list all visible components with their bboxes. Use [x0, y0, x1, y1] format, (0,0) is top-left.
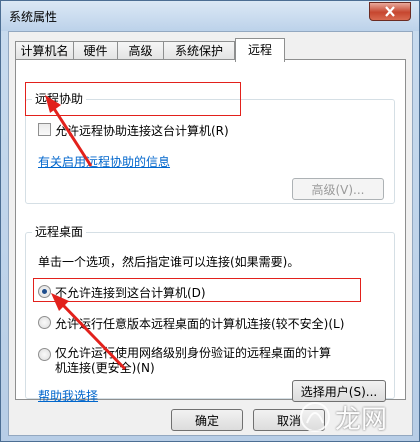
system-properties-window: 系统属性 计算机名 硬件 高级 系统保护 远程 远程协助 允许远程协助连接这台计…: [0, 0, 420, 442]
annotation-arrow-2: [51, 293, 127, 371]
remote-desktop-legend: 远程桌面: [32, 223, 87, 240]
annotation-arrow-1: [45, 95, 93, 167]
tab-hardware[interactable]: 硬件: [73, 41, 118, 61]
ok-button[interactable]: 确定: [171, 409, 243, 431]
help-me-choose-link[interactable]: 帮助我选择: [38, 387, 98, 404]
tab-advanced[interactable]: 高级: [117, 41, 164, 61]
advanced-button[interactable]: 高级(V)...: [292, 178, 384, 200]
close-icon: [385, 6, 395, 17]
remote-desktop-description: 单击一个选项，然后指定谁可以连接(如果需要)。: [38, 255, 300, 269]
tab-strip: 计算机名 硬件 高级 系统保护 远程: [15, 38, 405, 62]
title-bar[interactable]: 系统属性: [1, 1, 419, 31]
close-button[interactable]: [369, 2, 411, 21]
watermark-logo: 龙网: [297, 393, 415, 439]
tab-remote[interactable]: 远程: [235, 38, 285, 62]
tab-computer-name[interactable]: 计算机名: [15, 41, 74, 61]
tab-system-protection[interactable]: 系统保护: [163, 41, 235, 61]
window-title: 系统属性: [9, 10, 58, 24]
watermark-text: 龙网: [335, 405, 388, 435]
